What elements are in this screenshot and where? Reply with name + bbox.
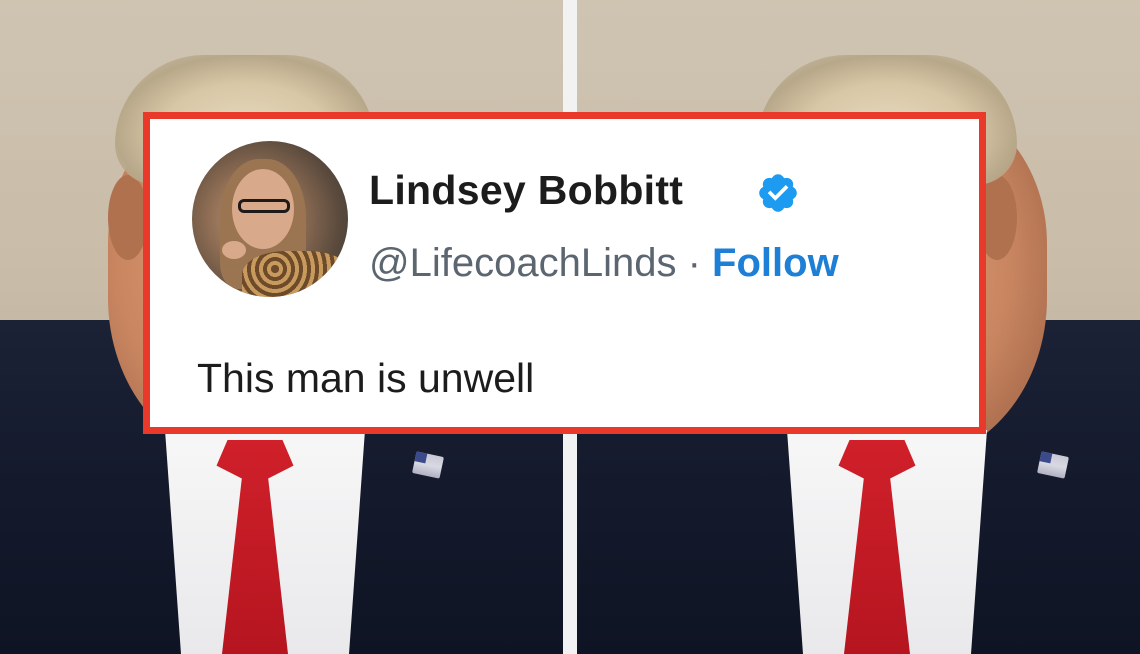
glasses-icon xyxy=(238,199,290,213)
separator-dot: · xyxy=(687,241,701,285)
user-handle[interactable]: @LifecoachLinds xyxy=(369,241,676,285)
follow-button[interactable]: Follow xyxy=(712,241,839,285)
ear xyxy=(108,175,148,260)
tweet-card: Lindsey Bobbitt @LifecoachLinds · Follow… xyxy=(143,112,986,434)
tweet-text: This man is unwell xyxy=(197,355,535,401)
display-name[interactable]: Lindsey Bobbitt xyxy=(369,167,683,214)
avatar[interactable] xyxy=(192,141,348,297)
handle-line: @LifecoachLinds · Follow xyxy=(369,241,839,286)
verified-badge-icon xyxy=(759,174,797,212)
